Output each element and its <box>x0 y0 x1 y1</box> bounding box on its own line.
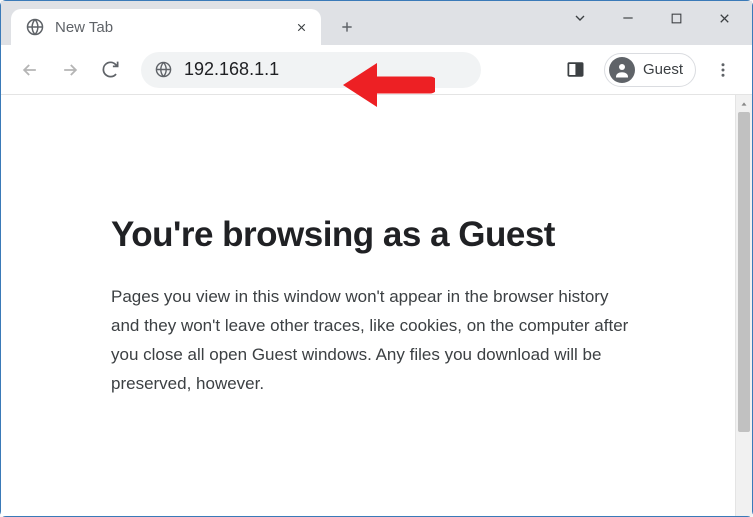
globe-icon <box>25 17 45 37</box>
forward-button[interactable] <box>53 53 87 87</box>
globe-icon <box>155 61 172 78</box>
tab-search-button[interactable] <box>556 3 604 33</box>
side-panel-button[interactable] <box>560 54 592 86</box>
tab-strip: New Tab <box>1 1 752 45</box>
tab-close-button[interactable] <box>291 17 311 37</box>
main-menu-button[interactable] <box>706 53 740 87</box>
url-input[interactable] <box>184 59 467 80</box>
scroll-up-icon[interactable] <box>736 95 752 112</box>
page-heading: You're browsing as a Guest <box>111 215 675 255</box>
profile-button[interactable]: Guest <box>604 53 696 87</box>
close-window-button[interactable] <box>700 3 748 33</box>
address-bar[interactable] <box>141 52 481 88</box>
vertical-scrollbar[interactable] <box>735 95 752 516</box>
minimize-button[interactable] <box>604 3 652 33</box>
window-controls <box>556 3 748 33</box>
scrollbar-thumb[interactable] <box>738 112 750 432</box>
maximize-button[interactable] <box>652 3 700 33</box>
back-button[interactable] <box>13 53 47 87</box>
person-icon <box>609 57 635 83</box>
profile-label: Guest <box>643 61 683 78</box>
browser-tab[interactable]: New Tab <box>11 9 321 45</box>
reload-button[interactable] <box>93 53 127 87</box>
page-body-text: Pages you view in this window won't appe… <box>111 283 641 399</box>
page-content: You're browsing as a Guest Pages you vie… <box>1 95 735 516</box>
new-tab-button[interactable] <box>333 13 361 41</box>
toolbar: Guest <box>1 45 752 95</box>
tab-title: New Tab <box>55 19 291 36</box>
